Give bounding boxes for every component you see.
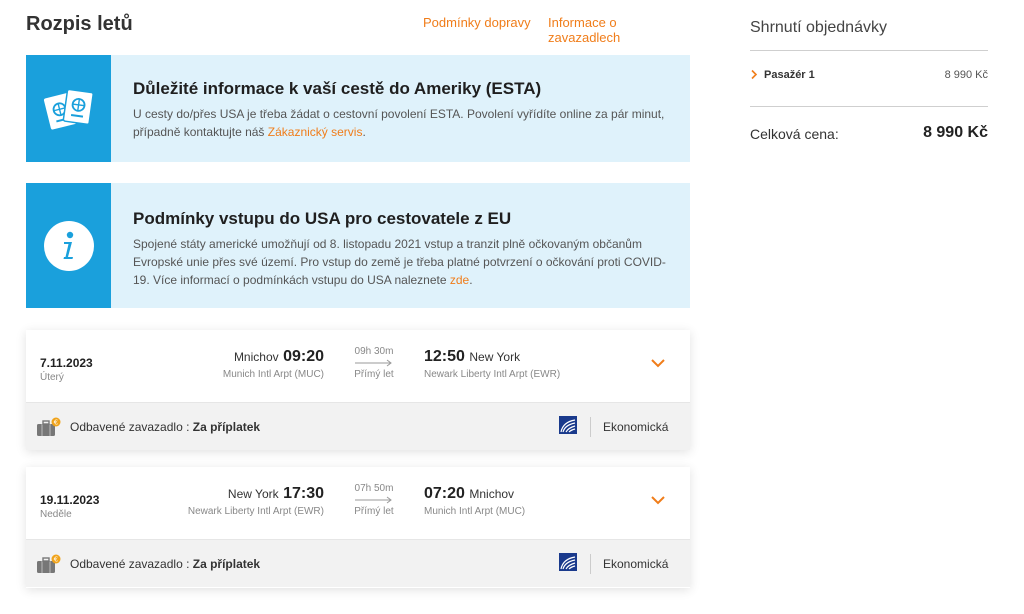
arrival-city: New York (469, 350, 521, 364)
cabin-class: Ekonomická (603, 420, 669, 434)
passenger-label: Pasažér 1 (764, 69, 815, 81)
entry-text-body: Spojené státy americké umožňují od 8. li… (133, 237, 666, 287)
divider (750, 106, 988, 107)
arrival: 12:50 New York Newark Liberty Intl Arpt … (424, 348, 560, 380)
divider (590, 417, 591, 437)
chevron-down-icon[interactable] (650, 495, 666, 505)
divider (590, 554, 591, 574)
entry-text: Spojené státy americké umožňují od 8. li… (133, 235, 668, 289)
chevron-right-icon (751, 69, 758, 80)
return-flight-card: 19.11.2023 Neděle New York 17:30 Newark … (26, 467, 690, 588)
entry-more-link[interactable]: zde (450, 273, 469, 287)
entry-text-panel: Podmínky vstupu do USA pro cestovatele z… (111, 183, 690, 308)
svg-text:€: € (54, 556, 58, 564)
customer-service-link[interactable]: Zákaznický servis (268, 125, 363, 139)
baggage-row: € Odbavené zavazadlo : Za příplatek Ekon… (26, 539, 690, 587)
suitcase-icon: € (37, 417, 61, 436)
esta-info-box: Důležité informace k vaší cestě do Ameri… (26, 55, 690, 162)
title-row: Rozpis letů Podmínky dopravy Informace o… (26, 0, 690, 54)
departure: Mnichov 09:20 Munich Intl Arpt (MUC) (223, 348, 324, 380)
flight-row[interactable]: 19.11.2023 Neděle New York 17:30 Newark … (26, 467, 690, 539)
baggage-label: Odbavené zavazadlo : (70, 557, 193, 571)
baggage-value: Za příplatek (192, 420, 261, 434)
baggage-info-link[interactable]: Informace o zavazadlech (548, 15, 690, 45)
esta-text-panel: Důležité informace k vaší cestě do Ameri… (111, 55, 690, 162)
departure-city: Mnichov (233, 350, 279, 364)
flight-day: Neděle (40, 509, 72, 520)
arrival: 07:20 Mnichov Munich Intl Arpt (MUC) (424, 485, 525, 517)
arrival-airport: Newark Liberty Intl Arpt (EWR) (424, 369, 561, 380)
passenger-price: 8 990 Kč (944, 69, 988, 81)
total-price-value: 8 990 Kč (923, 124, 988, 141)
arrival-airport: Munich Intl Arpt (MUC) (424, 506, 526, 517)
baggage-info: Odbavené zavazadlo : Za příplatek (70, 557, 260, 571)
cabin-class: Ekonomická (603, 557, 669, 571)
flight-day: Úterý (40, 372, 64, 383)
departure-airport: Newark Liberty Intl Arpt (EWR) (187, 506, 324, 517)
arrival-city: Mnichov (469, 487, 515, 501)
airline-logo-icon (559, 416, 577, 434)
info-icon (43, 220, 94, 271)
departure-city: New York (227, 487, 279, 501)
arrow-right-icon (355, 359, 392, 367)
airline-logo-icon (559, 553, 577, 571)
flight-row[interactable]: 7.11.2023 Úterý Mnichov 09:20 Munich Int… (26, 330, 690, 402)
esta-icon-panel (26, 55, 111, 162)
flight-duration: 09h 30m (354, 346, 394, 357)
page-title: Rozpis letů (26, 13, 133, 35)
flight-stops: Přímý let (354, 369, 394, 380)
esta-text-body: U cesty do/přes USA je třeba žádat o ces… (133, 107, 665, 139)
arrival-time: 07:20 (424, 485, 465, 502)
departure: New York 17:30 Newark Liberty Intl Arpt … (188, 485, 324, 517)
suitcase-icon: € (37, 554, 61, 573)
outbound-flight-card: 7.11.2023 Úterý Mnichov 09:20 Munich Int… (26, 330, 690, 450)
svg-text:€: € (54, 419, 58, 427)
duration-block: 09h 30m Přímý let (352, 346, 396, 380)
entry-text-end: . (469, 273, 473, 287)
baggage-label: Odbavené zavazadlo : (70, 420, 193, 434)
entry-title: Podmínky vstupu do USA pro cestovatele z… (133, 209, 512, 228)
transport-conditions-link[interactable]: Podmínky dopravy (423, 15, 531, 30)
total-price-label: Celková cena: (750, 126, 839, 142)
flight-duration: 07h 50m (354, 483, 394, 494)
esta-text-end: . (362, 125, 366, 139)
flight-date: 7.11.2023 (40, 356, 93, 370)
baggage-value: Za příplatek (192, 557, 261, 571)
duration-block: 07h 50m Přímý let (352, 483, 396, 517)
baggage-info: Odbavené zavazadlo : Za příplatek (70, 420, 260, 434)
departure-airport: Munich Intl Arpt (MUC) (222, 369, 324, 380)
arrival-time: 12:50 (424, 348, 465, 365)
passport-icon (43, 88, 94, 129)
esta-title: Důležité informace k vaší cestě do Ameri… (133, 79, 542, 98)
flight-stops: Přímý let (354, 506, 394, 517)
departure-time: 09:20 (283, 348, 324, 365)
divider (750, 50, 988, 51)
entry-conditions-box: Podmínky vstupu do USA pro cestovatele z… (26, 183, 690, 308)
baggage-row: € Odbavené zavazadlo : Za příplatek Ekon… (26, 402, 690, 450)
entry-icon-panel (26, 183, 111, 308)
departure-time: 17:30 (283, 485, 324, 502)
flight-date: 19.11.2023 (40, 493, 100, 507)
chevron-down-icon[interactable] (650, 358, 666, 368)
arrow-right-icon (355, 496, 392, 504)
flight-details: Rozpis letů Podmínky dopravy Informace o… (26, 0, 690, 588)
esta-text: U cesty do/přes USA je třeba žádat o ces… (133, 105, 668, 141)
summary-title: Shrnutí objednávky (750, 19, 887, 36)
